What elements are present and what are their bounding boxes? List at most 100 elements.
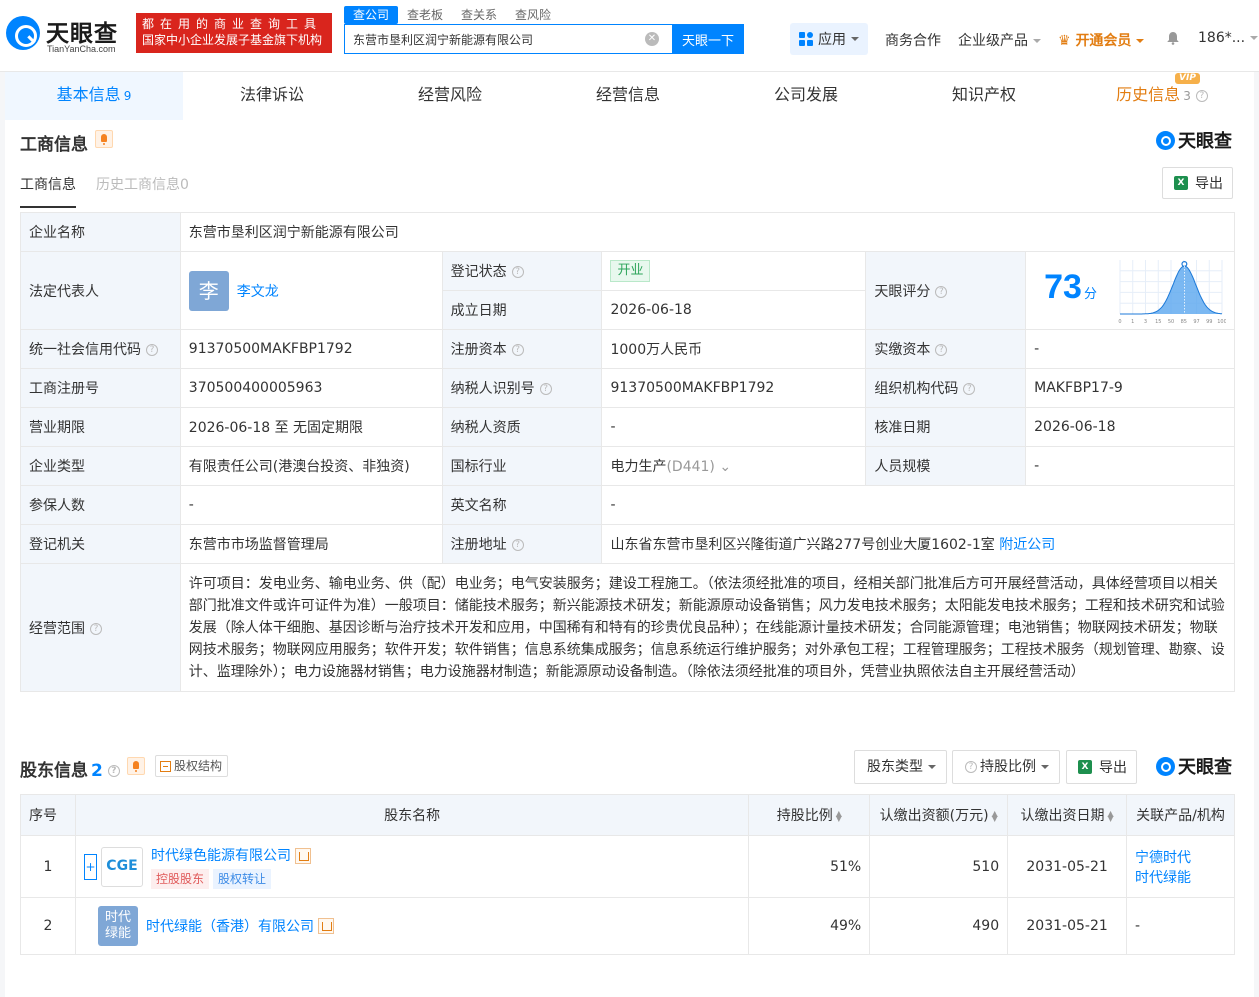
- col-ratio[interactable]: 持股比例 ▲ ▼: [748, 794, 871, 836]
- score-label: 天眼评分: [874, 283, 931, 300]
- monitor-bell-icon[interactable]: [95, 130, 113, 148]
- paid-capital-value: -: [1025, 329, 1235, 369]
- search-tab-company[interactable]: 查公司: [344, 6, 399, 24]
- enterprise-products-label: 企业级产品: [958, 33, 1028, 49]
- chevron-down-icon: [1041, 765, 1049, 769]
- nearby-companies-link[interactable]: 附近公司: [999, 537, 1055, 553]
- org-code-value: MAKFBP17-9: [1025, 368, 1235, 408]
- search-tab-risk[interactable]: 查风险: [506, 6, 560, 24]
- related-cell: 宁德时代 时代绿能: [1126, 835, 1235, 898]
- equity-structure-button[interactable]: 股权结构: [155, 755, 229, 777]
- score-value-wrap: 73 分: [1044, 268, 1097, 307]
- business-cooperation-link[interactable]: 商务合作: [885, 30, 941, 50]
- term-key: 营业期限: [20, 407, 181, 447]
- apps-button[interactable]: 应用: [790, 23, 868, 55]
- logo-sub: TianYanCha.com: [47, 44, 116, 54]
- tab-company-development[interactable]: 公司发展: [717, 72, 895, 120]
- staff-value: -: [1025, 446, 1235, 486]
- equity-structure-icon[interactable]: [294, 847, 311, 864]
- chevron-down-icon: ⌄: [714, 459, 732, 475]
- table-row: 法定代表人 李李文龙 登记状态? 开业 天眼评分? 73 分 0 1 3 15 50 85 9…: [20, 251, 1235, 330]
- subtab-business-info[interactable]: 工商信息: [20, 174, 76, 208]
- tab-history-info[interactable]: 历史信息 3?: [1073, 72, 1251, 120]
- content-panel: 工商信息 天眼查 工商信息 历史工商信息0 X 导出 企业名称 东营市垦利区润宁新…: [5, 120, 1254, 997]
- subtab-history-business-info[interactable]: 历史工商信息0: [96, 174, 189, 208]
- tab-intellectual-property[interactable]: 知识产权: [895, 72, 1073, 120]
- search-tab-boss[interactable]: 查老板: [398, 6, 452, 24]
- industry-cell[interactable]: 电力生产(D441) ⌄: [601, 446, 867, 486]
- search-tab-relation[interactable]: 查关系: [452, 6, 506, 24]
- avatar[interactable]: 李: [188, 270, 229, 311]
- enterprise-products-menu[interactable]: 企业级产品: [958, 30, 1041, 50]
- excel-icon: X: [1174, 176, 1188, 190]
- crown-icon: ♛: [1058, 33, 1076, 49]
- amount-value: 490: [869, 897, 1009, 955]
- tab-basic-info[interactable]: 基本信息 9: [5, 72, 183, 120]
- legal-rep-link[interactable]: 李文龙: [237, 284, 279, 300]
- col-amount[interactable]: 认缴出资额(万元) ▲ ▼: [869, 794, 1009, 836]
- related-product-link[interactable]: 宁德时代: [1135, 850, 1191, 866]
- col-amount-label: 认缴出资额(万元): [879, 808, 989, 824]
- equity-structure-label: 股权结构: [174, 759, 223, 773]
- table-row: 企业名称 东营市垦利区润宁新能源有限公司: [20, 212, 1236, 252]
- user-account-menu[interactable]: 186*...: [1198, 30, 1259, 46]
- en-name-key: 英文名称: [441, 485, 603, 525]
- date-value: 2031-05-21: [1007, 835, 1128, 898]
- expand-icon[interactable]: +: [83, 853, 97, 880]
- insured-key: 参保人数: [20, 485, 181, 525]
- tab-legal-litigation[interactable]: 法律诉讼: [183, 72, 361, 120]
- shareholder-name-link[interactable]: 时代绿色能源有限公司: [151, 848, 291, 864]
- x-tick-label: 3: [1144, 319, 1147, 325]
- search-button[interactable]: 天眼一下: [672, 24, 744, 54]
- taxpayer-id-value: 91370500MAKFBP1792: [601, 368, 867, 408]
- shareholder-count: 2: [91, 761, 103, 781]
- tab-business-risk[interactable]: 经营风险: [361, 72, 539, 120]
- company-logo[interactable]: CGE: [100, 846, 143, 887]
- tianyancha-logo[interactable]: 天眼查 TianYanCha.com: [6, 14, 130, 56]
- shareholder-export-button[interactable]: X 导出: [1066, 750, 1137, 784]
- legal-rep-key: 法定代表人: [20, 251, 181, 330]
- help-icon[interactable]: ?: [511, 539, 524, 551]
- notification-bell-icon[interactable]: [1166, 31, 1180, 45]
- clear-icon[interactable]: ✕: [645, 32, 659, 46]
- help-icon[interactable]: ?: [90, 622, 102, 635]
- score-cell[interactable]: 73 分 0 1 3 15 50 85 97 99 100: [1025, 251, 1235, 330]
- taxpayer-qual-key: 纳税人资质: [441, 407, 603, 447]
- search-input[interactable]: [353, 25, 643, 53]
- help-icon[interactable]: ?: [935, 344, 948, 356]
- logo-mark-icon: [6, 16, 40, 50]
- found-date-value: 2026-06-18: [601, 290, 867, 330]
- tab-operation-info[interactable]: 经营信息: [539, 72, 717, 120]
- en-name-value: -: [601, 485, 1235, 525]
- related-product-link[interactable]: 时代绿能: [1135, 870, 1191, 886]
- slogan-banner[interactable]: 都在用的商业查询工具 国家中小企业发展子基金旗下机构: [136, 13, 332, 53]
- company-logo[interactable]: 时代 绿能: [97, 906, 138, 946]
- open-vip-menu[interactable]: ♛ 开通会员: [1058, 30, 1145, 50]
- help-icon[interactable]: ?: [511, 266, 524, 278]
- shareholder-type-filter[interactable]: 股东类型: [854, 750, 947, 784]
- monitor-bell-icon[interactable]: [127, 757, 145, 775]
- col-date[interactable]: 认缴出资日期 ▲ ▼: [1007, 794, 1128, 836]
- help-icon[interactable]: ?: [963, 383, 976, 395]
- help-icon[interactable]: ?: [146, 344, 158, 356]
- slogan-line1: 都在用的商业查询工具: [142, 17, 323, 31]
- table-row: 工商注册号 370500400005963 纳税人识别号? 91370500MA…: [20, 368, 1235, 408]
- reg-status-cell: 开业: [601, 251, 867, 291]
- help-icon[interactable]: ?: [539, 383, 552, 395]
- holding-ratio-filter[interactable]: ? 持股比例: [952, 750, 1060, 784]
- tianyancha-brand: 天眼查: [1156, 129, 1232, 152]
- score-marker: [1181, 260, 1188, 268]
- help-icon[interactable]: ?: [511, 344, 524, 356]
- shareholder-name-link[interactable]: 时代绿能（香港）有限公司: [146, 916, 314, 936]
- export-button[interactable]: X 导出: [1162, 167, 1233, 199]
- help-icon[interactable]: ?: [1195, 89, 1208, 102]
- shareholder-table: 序号 股东名称 持股比例 ▲ ▼ 认缴出资额(万元) ▲ ▼ 认缴出资日期 ▲ ▼ 关联产品…: [20, 794, 1235, 955]
- industry-key: 国标行业: [441, 446, 603, 486]
- x-tick-label: 50: [1168, 319, 1174, 325]
- help-icon[interactable]: ?: [935, 285, 948, 298]
- equity-transfer-tag[interactable]: 股权转让: [212, 868, 271, 889]
- table-row: 2 时代 绿能 时代绿能（香港）有限公司 49% 490 2031-05-21 -: [20, 897, 1235, 955]
- equity-structure-icon[interactable]: [317, 918, 334, 934]
- x-tick-label: 100: [1217, 319, 1226, 325]
- help-icon[interactable]: ?: [107, 765, 120, 777]
